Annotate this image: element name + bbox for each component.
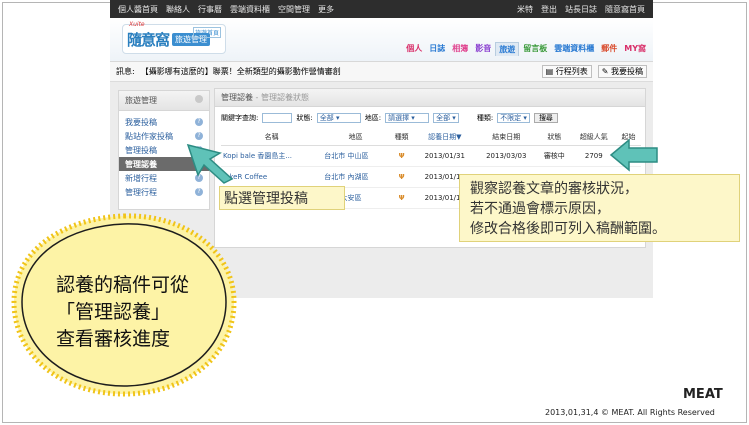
- row-name-link[interactable]: Kopi bale 香園島主...: [221, 145, 323, 167]
- tab-cloud[interactable]: 雲端資料櫃: [551, 42, 597, 56]
- region-label: 地區:: [364, 114, 382, 122]
- row-name-link[interactable]: JokeR Coffee: [221, 166, 323, 188]
- copyright-text: 2013,01,31,4 © MEAT. All Rights Reserved: [545, 408, 715, 417]
- click-hint-note: 點選管理投稿: [219, 186, 345, 210]
- bubble-line: 「管理認養」: [56, 301, 171, 323]
- notice-text[interactable]: 【攝影哪有這麼的】聯票！全新類型的攝影動作營情審創: [141, 66, 341, 77]
- table-row: Kopi bale 香園島主... 台北市 中山區 Ψ 2013/01/31 2…: [221, 145, 641, 167]
- top-navigation-bar: 個人醬首頁 聯絡人 行事曆 雲端資料櫃 空間管理 更多 米特 登出 站長日誌 隨…: [110, 0, 653, 18]
- site-logo[interactable]: Xuite 隨意窩 旅遊管理 旅遊首頁: [122, 21, 226, 54]
- help-icon[interactable]: ?: [195, 188, 203, 196]
- col-adopt-date[interactable]: 認養日期▼: [414, 129, 476, 146]
- status-hint-note: 觀察認養文章的審核狀況， 若不通過會標示原因， 修改合格後即可列入稿酬範圍。: [459, 174, 740, 242]
- logo-tag: 旅遊首頁: [192, 27, 221, 38]
- col-type: 種類: [389, 129, 415, 146]
- row-end-date: 2013/03/03: [475, 145, 537, 167]
- food-type-icon: Ψ: [389, 145, 415, 167]
- tab-video[interactable]: 影音: [472, 42, 494, 56]
- tab-travel[interactable]: 旅遊: [495, 42, 520, 56]
- col-name: 名稱: [221, 129, 323, 146]
- notice-bar: 訊息: 【攝影哪有這麼的】聯票！全新類型的攝影動作營情審創 ▤ 行程列表 ✎ 我…: [110, 62, 653, 82]
- pointer-arrow-icon: [609, 138, 658, 172]
- row-region[interactable]: 台北市 中山區: [322, 145, 390, 167]
- status-hint-line: 觀察認養文章的審核狀況，: [470, 181, 638, 197]
- logo-brand: 隨意窩: [127, 30, 170, 49]
- pointer-arrow-icon: [186, 143, 234, 184]
- sidebar-item-station-writer[interactable]: 點站作家投稿?: [119, 129, 209, 143]
- keyword-input[interactable]: [262, 113, 293, 123]
- tab-mywo[interactable]: MY窩: [621, 42, 649, 56]
- topbar-link-space[interactable]: 空間管理: [278, 4, 310, 15]
- bubble-line: 查看審核進度: [56, 328, 171, 350]
- topbar-link-admin-log[interactable]: 站長日誌: [565, 4, 597, 15]
- topbar-link-user[interactable]: 米特: [517, 4, 533, 15]
- topbar-link-personal[interactable]: 個人醬首頁: [118, 4, 158, 15]
- type-label: 種類:: [476, 114, 494, 122]
- topbar-link-logout[interactable]: 登出: [541, 4, 557, 15]
- topbar-link-more[interactable]: 更多: [318, 4, 334, 15]
- tab-personal[interactable]: 個人: [403, 42, 425, 56]
- topbar-link-home[interactable]: 隨意窩首頁: [605, 4, 645, 15]
- status-hint-line: 修改合格後即可列入稿酬範圍。: [470, 221, 666, 237]
- type-select[interactable]: 不限定 ▾: [497, 113, 530, 123]
- col-end-date: 結束日期: [475, 129, 537, 146]
- keyword-label: 關鍵字查詢:: [221, 114, 259, 122]
- topbar-link-cloud[interactable]: 雲端資料櫃: [230, 4, 270, 15]
- status-label: 狀態:: [296, 114, 313, 122]
- region-select[interactable]: 請選擇 ▾: [385, 113, 430, 123]
- tab-blog[interactable]: 日誌: [426, 42, 448, 56]
- tab-mail[interactable]: 郵件: [598, 42, 620, 56]
- row-region[interactable]: 台北市 內湖區: [322, 166, 390, 188]
- topbar-link-calendar[interactable]: 行事曆: [198, 4, 222, 15]
- site-header: Xuite 隨意窩 旅遊管理 旅遊首頁 個人 日誌 相簿 影音 旅遊 留言板 雲…: [110, 18, 653, 62]
- topbar-link-contacts[interactable]: 聯絡人: [166, 4, 190, 15]
- meat-logo: MEAT: [683, 387, 723, 402]
- col-status: 狀態: [537, 129, 572, 146]
- district-select[interactable]: 全部 ▾: [433, 113, 459, 123]
- status-select[interactable]: 全部 ▾: [316, 113, 361, 123]
- tab-album[interactable]: 相簿: [449, 42, 471, 56]
- row-date: 2013/01/31: [414, 145, 476, 167]
- schedule-list-button[interactable]: ▤ 行程列表: [541, 65, 592, 78]
- col-region: 地區: [322, 129, 390, 146]
- food-type-icon: Ψ: [389, 166, 415, 188]
- filter-bar: 關鍵字查詢: 狀態: 全部 ▾ 地區: 請選擇 ▾ 全部 ▾ 種類: 不限定 ▾…: [215, 107, 645, 129]
- help-icon[interactable]: ?: [195, 132, 203, 140]
- sidebar-title: 旅遊管理: [119, 91, 209, 111]
- bubble-text: 認養的稿件可從 「管理認養」 查看審核進度: [56, 272, 189, 353]
- panel-crumb: - 管理認養狀態: [255, 93, 309, 102]
- help-icon[interactable]: ?: [195, 118, 203, 126]
- bubble-line: 認養的稿件可從: [56, 274, 190, 296]
- sidebar-item-submit[interactable]: 我要投稿?: [119, 115, 209, 129]
- submit-article-button[interactable]: ✎ 我要投稿: [597, 65, 647, 78]
- logo-badge: Xuite: [129, 21, 145, 28]
- tab-guestbook[interactable]: 留言板: [520, 42, 550, 56]
- collapse-icon[interactable]: [195, 95, 203, 103]
- row-status: 審核中: [537, 145, 572, 167]
- section-tabs: 個人 日誌 相簿 影音 旅遊 留言板 雲端資料櫃 郵件 MY窩: [403, 42, 649, 56]
- food-type-icon: Ψ: [389, 187, 415, 209]
- search-button[interactable]: 搜尋: [533, 113, 558, 123]
- notice-label: 訊息:: [116, 67, 135, 76]
- status-hint-line: 若不通過會標示原因，: [470, 201, 610, 217]
- sidebar-item-manage-itinerary[interactable]: 管理行程?: [119, 185, 209, 199]
- panel-title: 管理認養 - 管理認養狀態: [215, 89, 645, 107]
